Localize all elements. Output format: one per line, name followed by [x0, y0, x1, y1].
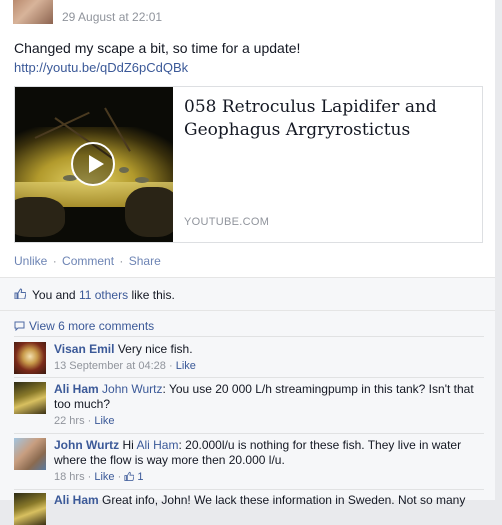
likes-prefix: You and [32, 288, 79, 302]
comment-prefix: Hi [122, 438, 137, 452]
video-source: YOUTUBE.COM [184, 216, 270, 228]
unlike-button[interactable]: Unlike [14, 254, 47, 268]
comment-like-button[interactable]: Like [94, 471, 114, 483]
likes-summary: You and 11 others like this. [0, 278, 495, 311]
thumbs-up-icon [14, 288, 26, 299]
share-button[interactable]: Share [129, 254, 161, 268]
separator: · [52, 254, 57, 268]
comment-mention[interactable]: Ali Ham [136, 438, 178, 452]
commenter-avatar[interactable] [14, 493, 46, 525]
comment-like-button[interactable]: Like [94, 415, 114, 427]
divider [14, 377, 484, 378]
post-text: Changed my scape a bit, so time for a up… [14, 40, 301, 56]
divider [14, 336, 484, 337]
commenter-avatar[interactable] [14, 342, 46, 374]
comment: John Wurtz Hi Ali Ham: 20.000l/u is noth… [14, 438, 484, 488]
video-title[interactable]: 058 Retroculus Lapidifer and Geophagus A… [184, 96, 474, 142]
comments-section: View 6 more comments Visan Emil Very nic… [0, 311, 495, 525]
play-icon[interactable] [71, 142, 115, 186]
comment-time[interactable]: 13 September at 04:28 [54, 360, 166, 372]
comment-time[interactable]: 18 hrs [54, 471, 85, 483]
comment-mention[interactable]: John Wurtz [102, 382, 162, 396]
divider [14, 489, 484, 490]
comment-author[interactable]: John Wurtz [54, 438, 119, 452]
post-card: 29 August at 22:01 Changed my scape a bi… [0, 0, 496, 525]
author-avatar[interactable] [13, 0, 53, 24]
comment-text: Very nice fish. [117, 342, 193, 356]
comment-like-button[interactable]: Like [176, 360, 196, 372]
comment-author[interactable]: Ali Ham [54, 382, 99, 396]
view-more-comments[interactable]: View 6 more comments [14, 319, 154, 333]
comment: Visan Emil Very nice fish. 13 September … [14, 342, 484, 376]
video-thumbnail[interactable] [15, 87, 173, 242]
shared-video-card[interactable]: 058 Retroculus Lapidifer and Geophagus A… [14, 86, 483, 243]
likes-text: You and 11 others like this. [32, 288, 175, 302]
view-more-label[interactable]: View 6 more comments [29, 319, 154, 333]
comment-button[interactable]: Comment [62, 254, 114, 268]
comment-bubble-icon [14, 321, 25, 331]
comment-time[interactable]: 22 hrs [54, 415, 85, 427]
comment-like-count[interactable]: 1 [137, 471, 143, 483]
likes-suffix: like this. [128, 288, 175, 302]
separator: · [119, 254, 124, 268]
page-background [495, 0, 502, 500]
likes-others-link[interactable]: 11 others [79, 288, 128, 302]
comment-author[interactable]: Visan Emil [54, 342, 114, 356]
post-actions: Unlike · Comment · Share [14, 254, 161, 268]
commenter-avatar[interactable] [14, 382, 46, 414]
comment-author[interactable]: Ali Ham [54, 493, 99, 507]
thumbs-up-icon [124, 471, 135, 481]
post-timestamp[interactable]: 29 August at 22:01 [62, 10, 162, 24]
commenter-avatar[interactable] [14, 438, 46, 470]
comment: Ali Ham John Wurtz: You use 20 000 L/h s… [14, 382, 484, 432]
divider [14, 433, 484, 434]
comment: Ali Ham Great info, John! We lack these … [14, 493, 484, 525]
post-link[interactable]: http://youtu.be/qDdZ6pCdQBk [14, 60, 188, 75]
comment-text: Great info, John! We lack these informat… [102, 493, 466, 507]
